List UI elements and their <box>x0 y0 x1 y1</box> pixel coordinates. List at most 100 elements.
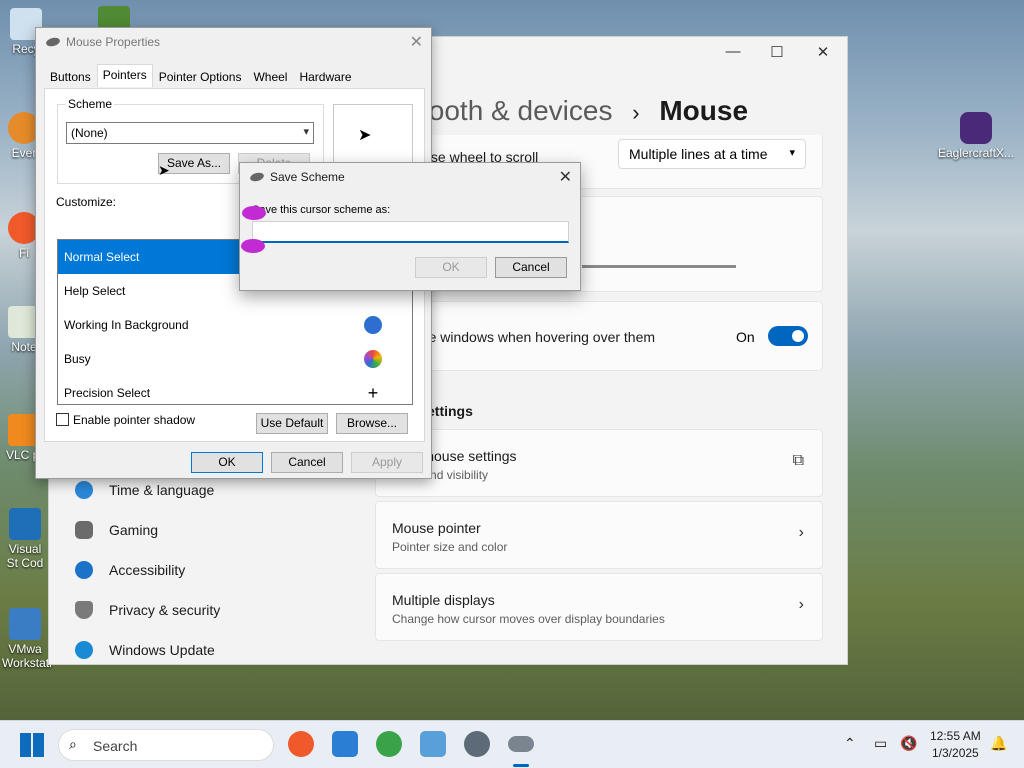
pointer-shadow-label: Enable pointer shadow <box>73 413 196 427</box>
mouse-icon <box>249 171 265 183</box>
save-scheme-dialog: Save Scheme ✕ Save this cursor scheme as… <box>239 162 581 291</box>
annotation-marker <box>242 206 266 220</box>
globe-clock-icon <box>75 481 93 499</box>
arrow-cursor-icon: ➤ <box>358 127 372 144</box>
cancel-button[interactable]: Cancel <box>271 452 343 473</box>
ok-button[interactable]: OK <box>191 452 263 473</box>
network-icon[interactable]: ▭ <box>874 735 887 752</box>
clock-time[interactable]: 12:55 AM <box>930 729 981 743</box>
desktop-icon-label: Note <box>11 340 37 354</box>
maximize-icon[interactable]: ☐ <box>755 43 799 61</box>
search-input[interactable]: ⌕ Search <box>58 729 274 761</box>
inactive-scroll-toggle[interactable] <box>768 326 808 346</box>
network-app-icon[interactable] <box>376 731 402 757</box>
desktop-icon-label: Visual St Cod <box>6 542 44 570</box>
nav-label: Windows Update <box>109 642 215 658</box>
minimize-icon[interactable]: — <box>711 43 755 60</box>
nav-label: Accessibility <box>109 562 186 578</box>
mouse-icon <box>45 36 61 48</box>
inactive-scroll-card: nactive windows when hovering over them … <box>375 301 823 371</box>
settings-gear-icon[interactable] <box>464 731 490 757</box>
nav-time-language[interactable]: Time & language <box>75 481 214 499</box>
speaker-muted-icon[interactable]: 🔇 <box>900 735 917 752</box>
desktop-icon-eaglercraft[interactable]: EaglercraftX... <box>936 112 1016 160</box>
pointer-shadow-checkbox[interactable] <box>56 413 69 426</box>
accessibility-icon <box>75 561 93 579</box>
save-prompt-label: Save this cursor scheme as: <box>252 204 391 216</box>
close-icon[interactable]: ✕ <box>410 32 423 52</box>
active-app-indicator <box>513 764 529 767</box>
chevron-up-icon[interactable]: ⌃ <box>844 735 856 752</box>
page-title: tooth & devices › Mouse <box>421 95 748 127</box>
chevron-down-icon: ▾ <box>789 147 795 159</box>
crosshair-icon: + <box>367 383 379 403</box>
wheel-scroll-value: Multiple lines at a time <box>629 146 768 162</box>
desktop-icon-vscode[interactable]: Visual St Cod <box>2 508 48 570</box>
scheme-dropdown[interactable]: (None) ▾ <box>66 122 314 144</box>
speed-slider[interactable] <box>582 265 736 268</box>
close-icon[interactable]: ✕ <box>559 167 572 187</box>
list-item[interactable]: Precision Select + <box>58 376 412 404</box>
breadcrumb-current: Mouse <box>659 95 749 126</box>
browse-button[interactable]: Browse... <box>336 413 408 434</box>
use-default-button[interactable]: Use Default <box>256 413 328 434</box>
nav-windows-update[interactable]: Windows Update <box>75 641 215 659</box>
additional-mouse-settings-card[interactable]: onal mouse settings icons and visibility… <box>375 429 823 497</box>
mouse-pointer-label: Mouse pointer <box>392 520 481 536</box>
control-panel-icon[interactable] <box>420 731 446 757</box>
dialog-title-text: Mouse Properties <box>66 35 161 49</box>
chevron-down-icon: ▾ <box>303 126 309 138</box>
tab-pointers[interactable]: Pointers <box>96 64 153 87</box>
mouse-pointer-sub: Pointer size and color <box>392 540 508 554</box>
tab-strip: Buttons Pointers Pointer Options Wheel H… <box>44 64 358 89</box>
inactive-scroll-state: On <box>736 329 755 345</box>
tab-wheel[interactable]: Wheel <box>247 66 293 89</box>
mouse-pointer-card[interactable]: Mouse pointer Pointer size and color › <box>375 501 823 569</box>
pointer-row-label: Busy <box>64 352 91 366</box>
breadcrumb-separator: › <box>632 100 640 125</box>
scheme-value: (None) <box>71 126 108 140</box>
mouse-icon[interactable] <box>508 736 534 752</box>
cancel-button[interactable]: Cancel <box>495 257 567 278</box>
clock-date[interactable]: 1/3/2025 <box>932 746 979 760</box>
apply-button[interactable]: Apply <box>351 452 423 473</box>
taskbar: ⌕ Search ⌃ ▭ 🔇 12:55 AM 1/3/2025 🔔 <box>0 720 1024 768</box>
nav-accessibility[interactable]: Accessibility <box>75 561 185 579</box>
breadcrumb-parent[interactable]: tooth & devices <box>421 95 612 126</box>
gamepad-icon <box>75 521 93 539</box>
pointer-row-label: Precision Select <box>64 386 151 400</box>
shield-icon <box>75 601 93 619</box>
wheel-scroll-dropdown[interactable]: Multiple lines at a time ▾ <box>618 139 806 169</box>
external-link-icon: ⧉ <box>792 452 804 469</box>
tab-pointer-options[interactable]: Pointer Options <box>153 66 248 89</box>
nav-label: Gaming <box>109 522 159 538</box>
vmware-icon <box>9 608 41 640</box>
dialog-title: Mouse Properties <box>45 35 161 49</box>
busy-cursor-icon <box>364 350 382 368</box>
firefox-icon[interactable] <box>288 731 314 757</box>
nav-privacy-security[interactable]: Privacy & security <box>75 601 220 619</box>
multiple-displays-card[interactable]: Multiple displays Change how cursor move… <box>375 573 823 641</box>
photos-app-icon[interactable] <box>332 731 358 757</box>
tab-hardware[interactable]: Hardware <box>293 66 357 89</box>
search-icon: ⌕ <box>69 736 77 752</box>
desktop-icon-vmware[interactable]: VMwa Workstati <box>2 608 52 670</box>
ok-button[interactable]: OK <box>415 257 487 278</box>
vscode-icon <box>9 508 41 540</box>
dialog-title: Save Scheme <box>249 170 345 184</box>
nav-gaming[interactable]: Gaming <box>75 521 158 539</box>
firefox-icon <box>960 112 992 144</box>
scheme-name-input[interactable] <box>252 221 569 243</box>
chevron-right-icon: › <box>798 524 804 541</box>
annotation-marker <box>241 239 265 253</box>
list-item[interactable]: Working In Background <box>58 308 412 342</box>
refresh-icon <box>75 641 93 659</box>
pointer-row-label: Normal Select <box>64 250 140 264</box>
tab-buttons[interactable]: Buttons <box>44 66 97 89</box>
close-icon[interactable]: ✕ <box>801 43 845 61</box>
windows-start-icon[interactable] <box>20 733 44 757</box>
mouse-cursor-icon: ➤ <box>158 162 170 178</box>
list-item[interactable]: Busy <box>58 342 412 376</box>
notification-bell-icon[interactable]: 🔔 <box>990 735 1007 752</box>
pointer-row-label: Working In Background <box>64 318 189 332</box>
